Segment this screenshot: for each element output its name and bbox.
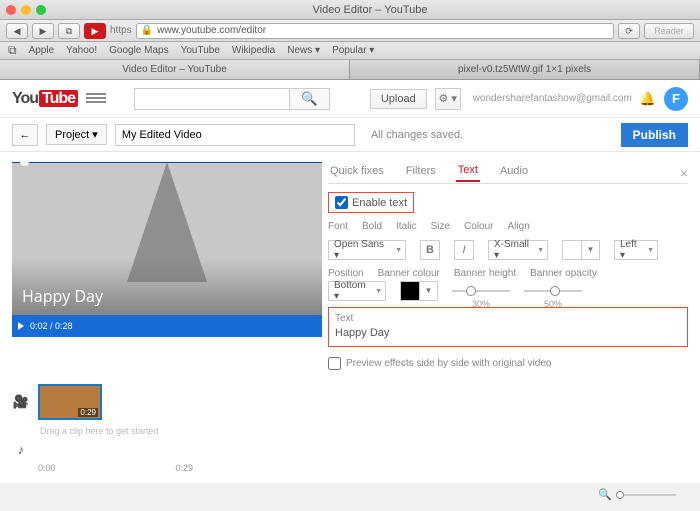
bookmarks-bar: ⧉ Apple Yahoo! Google Maps YouTube Wikip… — [0, 42, 700, 60]
overlay-text-field: Text — [328, 307, 688, 347]
reload-button[interactable]: ⟳ — [618, 23, 640, 39]
browser-toolbar: ◀ ▶ ⧉ ▶ https 🔒 www.youtube.com/editor ⟳… — [0, 20, 700, 42]
enable-text-input[interactable] — [335, 196, 348, 209]
scrub-bar[interactable] — [12, 162, 322, 163]
bookmark-item[interactable]: Yahoo! — [66, 45, 97, 56]
close-panel-icon[interactable]: × — [680, 165, 688, 181]
forward-button[interactable]: ▶ — [32, 23, 54, 39]
italic-button[interactable]: I — [454, 240, 474, 260]
browser-tabs: Video Editor – YouTube pixel-v0.tz5WtW.g… — [0, 60, 700, 80]
project-title-input[interactable] — [115, 124, 355, 146]
window-titlebar: Video Editor – YouTube — [0, 0, 700, 20]
audio-track-icon: ♪ — [12, 442, 30, 457]
youtube-logo[interactable]: YouTube — [12, 90, 78, 108]
position-dropdown[interactable]: Bottom ▾ — [328, 281, 386, 301]
timeline-ruler: 0:00 0:29 — [38, 463, 688, 473]
bookmark-item[interactable]: Google Maps — [109, 45, 168, 56]
user-email[interactable]: wondersharefantashow@gmail.com — [473, 93, 632, 104]
play-icon[interactable] — [18, 322, 24, 330]
video-preview[interactable]: Happy Day 0:02 / 0:28 — [12, 162, 322, 337]
tab-text[interactable]: Text — [456, 160, 480, 182]
lock-icon: 🔒 — [141, 25, 153, 36]
banner-colour-picker[interactable]: ▼ — [400, 281, 438, 301]
timeline: 🎥 0:29 Drag a clip here to get started ♪… — [0, 378, 700, 483]
reader-button[interactable]: Reader — [644, 23, 694, 39]
tab-audio[interactable]: Audio — [498, 161, 530, 181]
tab-filters[interactable]: Filters — [404, 161, 438, 181]
bold-button[interactable]: B — [420, 240, 440, 260]
browser-tab[interactable]: Video Editor – YouTube — [0, 60, 350, 79]
window-title: Video Editor – YouTube — [46, 4, 694, 16]
bookmark-item[interactable]: News ▾ — [287, 45, 320, 56]
player-bar: 0:02 / 0:28 — [12, 315, 322, 337]
video-track-icon: 🎥 — [12, 394, 30, 410]
property-tabs: Quick fixes Filters Text Audio × — [328, 160, 688, 184]
drop-hint: Drag a clip here to get started — [40, 426, 688, 436]
search-input[interactable] — [134, 88, 290, 110]
bookmark-icon[interactable]: ⧉ — [58, 23, 80, 39]
banner-height-slider[interactable]: 30% — [452, 281, 510, 301]
back-to-projects-button[interactable]: ← — [12, 124, 38, 146]
upload-button[interactable]: Upload — [370, 89, 427, 109]
save-status: All changes saved. — [371, 129, 463, 141]
zoom-window[interactable] — [36, 5, 46, 15]
address-bar[interactable]: 🔒 www.youtube.com/editor — [136, 23, 614, 39]
tab-quick-fixes[interactable]: Quick fixes — [328, 161, 386, 181]
bookmark-item[interactable]: Apple — [29, 45, 55, 56]
project-bar: ← Project ▾ All changes saved. Publish — [0, 118, 700, 152]
search-box: 🔍 — [134, 88, 330, 110]
bookmarks-menu-icon[interactable]: ⧉ — [8, 43, 17, 58]
settings-button[interactable]: ⚙ ▾ — [435, 88, 461, 110]
bookmark-item[interactable]: Popular ▾ — [332, 45, 374, 56]
gear-icon: ⚙ — [438, 93, 448, 105]
side-by-side-checkbox[interactable]: Preview effects side by side with origin… — [328, 357, 688, 370]
timeline-clip[interactable]: 0:29 — [38, 384, 102, 420]
zoom-control[interactable]: 🔍 — [598, 488, 676, 501]
time-display: 0:02 / 0:28 — [30, 321, 73, 331]
text-panel: Enable text Font Bold Italic Size Colour… — [328, 184, 688, 370]
zoom-icon: 🔍 — [598, 488, 612, 501]
guide-menu-icon[interactable] — [86, 91, 106, 107]
search-icon: 🔍 — [301, 91, 318, 106]
overlay-text-input[interactable] — [335, 324, 681, 342]
publish-button[interactable]: Publish — [621, 123, 688, 147]
font-dropdown[interactable]: Open Sans ▾ — [328, 240, 406, 260]
avatar[interactable]: F — [664, 87, 688, 111]
main-area: Happy Day 0:02 / 0:28 Quick fixes Filter… — [0, 152, 700, 378]
size-dropdown[interactable]: X-Small ▾ — [488, 240, 548, 260]
search-button[interactable]: 🔍 — [290, 88, 330, 110]
zoom-slider[interactable] — [616, 494, 676, 496]
youtube-favicon-icon: ▶ — [84, 23, 106, 39]
align-dropdown[interactable]: Left ▾ — [614, 240, 658, 260]
browser-tab[interactable]: pixel-v0.tz5WtW.gif 1×1 pixels — [350, 60, 700, 79]
bookmark-item[interactable]: YouTube — [181, 45, 220, 56]
overlay-text: Happy Day — [22, 285, 103, 307]
bookmark-item[interactable]: Wikipedia — [232, 45, 275, 56]
yt-header: YouTube 🔍 Upload ⚙ ▾ wondersharefantasho… — [0, 80, 700, 118]
minimize-window[interactable] — [21, 5, 31, 15]
project-dropdown[interactable]: Project ▾ — [46, 124, 107, 145]
banner-opacity-slider[interactable]: 50% — [524, 281, 582, 301]
text-colour-picker[interactable]: ▼ — [562, 240, 600, 260]
close-window[interactable] — [6, 5, 16, 15]
enable-text-checkbox[interactable]: Enable text — [328, 192, 414, 213]
back-button[interactable]: ◀ — [6, 23, 28, 39]
notifications-icon[interactable]: 🔔 — [640, 91, 656, 107]
